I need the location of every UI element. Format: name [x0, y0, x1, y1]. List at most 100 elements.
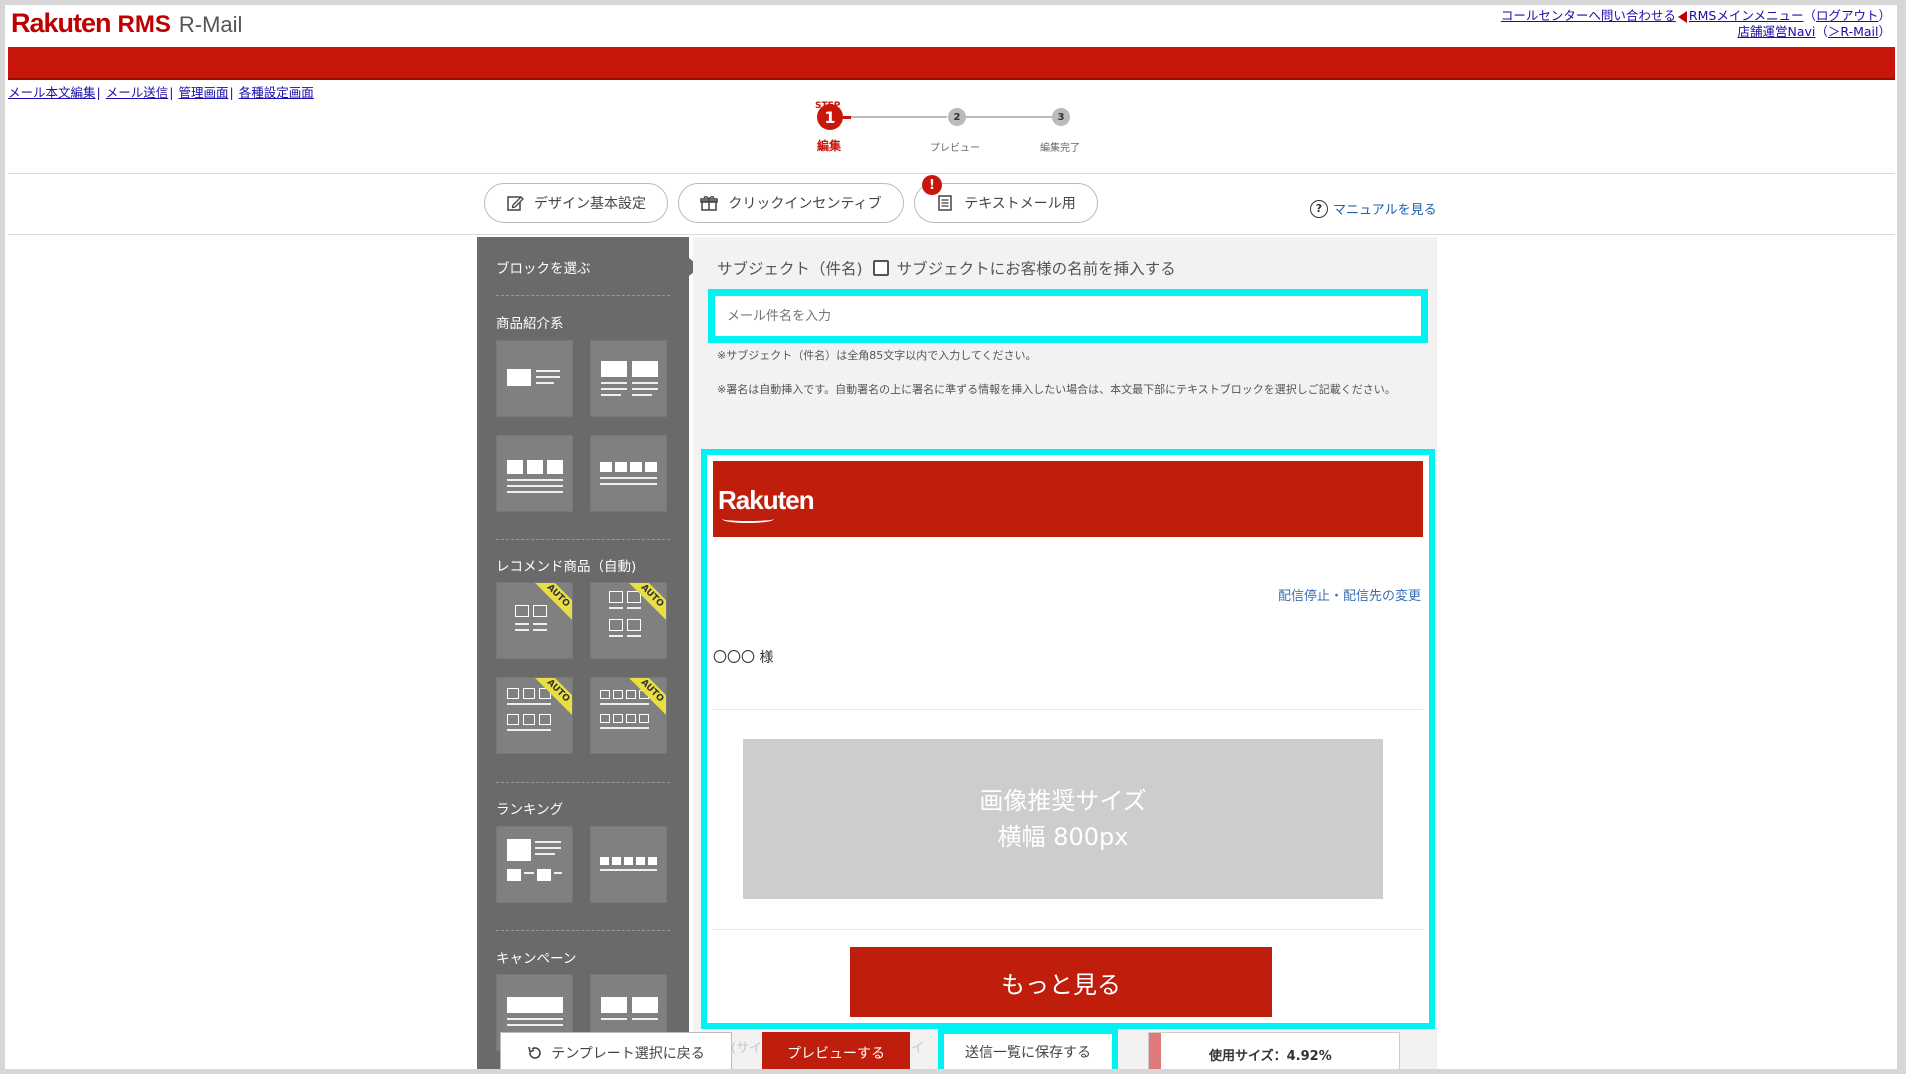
save-to-list-button[interactable]: 送信一覧に保存する — [938, 1028, 1118, 1069]
nav-sep: | — [96, 85, 101, 100]
app-window: Rakuten RMS R-Mail コールセンターへ問い合わせる RMSメインメ… — [5, 5, 1897, 1069]
section-campaign: キャンペーン — [496, 951, 577, 967]
usage-size-indicator: 使用サイズ：4.92% — [1148, 1032, 1400, 1069]
block-sidebar-title: ブロックを選ぶ — [496, 261, 591, 277]
mail-divider — [713, 929, 1423, 930]
sidebar-divider — [496, 539, 670, 540]
step-2-name: プレビュー — [930, 143, 980, 154]
divider-mid — [8, 234, 1895, 235]
greeting-text: 〇〇〇 様 — [713, 650, 774, 666]
usage-value: 4.92% — [1286, 1049, 1332, 1064]
logo-rms-text: RMS — [117, 11, 171, 38]
subject-input[interactable] — [715, 296, 1421, 336]
nav-sep: | — [169, 85, 174, 100]
block-recommend-2[interactable]: AUTO — [590, 582, 667, 659]
section-ranking: ランキング — [496, 802, 564, 818]
section-recommend: レコメンド商品（自動) — [496, 559, 637, 575]
subject-note: ※サブジェクト（件名）は全角85文字以内で入力してください。 — [717, 349, 1037, 362]
rms-main-menu-link[interactable]: RMSメインメニュー — [1689, 8, 1804, 23]
usage-label: 使用サイズ： — [1209, 1049, 1287, 1064]
step-line-1 — [841, 116, 947, 118]
back-to-template-button[interactable]: テンプレート選択に戻る — [500, 1032, 732, 1069]
block-product-1col[interactable] — [496, 340, 573, 417]
callcenter-link[interactable]: コールセンターへ問い合わせる — [1501, 8, 1676, 23]
paren2-close: ） — [1878, 24, 1891, 39]
insert-name-checkbox[interactable] — [872, 260, 889, 276]
nav-mail-send[interactable]: メール送信 — [106, 85, 169, 100]
preview-button[interactable]: プレビューする — [762, 1032, 910, 1069]
paren-open: （ — [1803, 8, 1816, 23]
paren-close: ） — [1878, 8, 1891, 23]
usage-bar — [1149, 1033, 1161, 1069]
tab-design-label: デザイン基本設定 — [534, 196, 646, 212]
paren2-open: （ — [1815, 24, 1828, 39]
tab-text-mail-label: テキストメール用 — [964, 196, 1076, 212]
section-product-intro: 商品紹介系 — [496, 316, 564, 332]
mail-logo-swoosh-icon — [722, 515, 774, 523]
step-1-name: 編集 — [817, 139, 842, 153]
usage-text: 使用サイズ：4.92% — [1209, 1045, 1332, 1064]
signature-note: ※署名は自動挿入です。自動署名の上に署名に準ずる情報を挿入したい場合は、本文最下… — [717, 383, 1396, 396]
mail-preview[interactable]: Rakuten 配信停止・配信先の変更 〇〇〇 様 画像推奨サイズ 横幅 800… — [701, 449, 1435, 1029]
nav-mail-edit[interactable]: メール本文編集 — [8, 85, 96, 100]
block-product-4col[interactable] — [590, 435, 667, 512]
tab-click-incentive[interactable]: クリックインセンティブ — [678, 183, 904, 223]
mail-divider — [713, 709, 1423, 710]
block-recommend-3[interactable]: AUTO — [496, 677, 573, 754]
manual-link[interactable]: ? マニュアルを見る — [1310, 199, 1437, 218]
logout-link[interactable]: ログアウト — [1816, 8, 1879, 23]
see-more-button[interactable]: もっと見る — [850, 947, 1272, 1017]
sidebar-divider — [496, 782, 670, 783]
edit-icon — [507, 196, 524, 211]
manual-link-label: マニュアルを見る — [1333, 203, 1437, 218]
image-placeholder[interactable]: 画像推奨サイズ 横幅 800px — [743, 739, 1383, 899]
step-2-circle: 2 — [948, 108, 966, 126]
mail-logo: Rakuten — [718, 485, 815, 515]
subject-label: サブジェクト（件名) — [717, 260, 863, 278]
step-1-circle: 1 — [817, 104, 843, 130]
unsubscribe-link[interactable]: 配信停止・配信先の変更 — [1278, 585, 1421, 604]
nav-sep: | — [229, 85, 234, 100]
block-product-3col[interactable] — [496, 435, 573, 512]
document-icon — [938, 195, 952, 211]
gift-icon — [700, 196, 719, 211]
image-size-line1: 画像推奨サイズ — [979, 787, 1147, 815]
rms-menu-arrow-icon — [1677, 10, 1687, 23]
insert-name-label: サブジェクトにお客様の名前を挿入する — [896, 260, 1176, 278]
header-red-bar — [8, 47, 1895, 80]
step-line-2 — [955, 116, 1053, 118]
block-ranking-2[interactable] — [590, 826, 667, 903]
ghost-text-left: (サイ — [731, 1041, 763, 1056]
logo-rakuten-text: Rakuten — [11, 8, 112, 38]
rmail-link[interactable]: ＞R-Mail — [1828, 24, 1879, 39]
tab-design-settings[interactable]: デザイン基本設定 — [484, 183, 668, 223]
editor-area: サブジェクト（件名) サブジェクトにお客様の名前を挿入する ※サブジェクト（件名… — [693, 237, 1437, 1069]
step-indicator: STEP 1 2 3 編集 プレビュー 編集完了 — [815, 97, 1095, 157]
block-sidebar: ブロックを選ぶ 商品紹介系 レコメンド商品（自動) AUTO AUTO AUTO… — [477, 237, 689, 1069]
block-recommend-1[interactable]: AUTO — [496, 582, 573, 659]
block-product-2col[interactable] — [590, 340, 667, 417]
alert-badge: ! — [922, 175, 942, 195]
auto-badge: AUTO — [531, 678, 572, 718]
sidebar-divider — [496, 295, 670, 296]
nav-settings[interactable]: 各種設定画面 — [239, 85, 314, 100]
ghost-text-mid: イ — [911, 1041, 925, 1056]
subject-row: サブジェクト（件名) サブジェクトにお客様の名前を挿入する — [717, 257, 1176, 279]
top-links: コールセンターへ問い合わせる RMSメインメニュー（ログアウト） 店舗運営Navi… — [1501, 8, 1891, 40]
block-recommend-4[interactable]: AUTO — [590, 677, 667, 754]
step-3-circle: 3 — [1052, 108, 1070, 126]
tab-text-mail[interactable]: テキストメール用 — [914, 183, 1098, 223]
help-icon: ? — [1310, 199, 1328, 218]
back-label: テンプレート選択に戻る — [551, 1046, 705, 1062]
logo-rmail-text: R-Mail — [178, 12, 243, 37]
sub-nav: メール本文編集| メール送信| 管理画面| 各種設定画面 — [8, 82, 314, 101]
block-ranking-1[interactable] — [496, 826, 573, 903]
image-size-line2: 横幅 800px — [997, 823, 1129, 851]
sidebar-divider — [496, 930, 670, 931]
tab-click-label: クリックインセンティブ — [728, 196, 882, 212]
store-navi-link[interactable]: 店舗運営Navi — [1737, 24, 1815, 39]
step-3-name: 編集完了 — [1040, 143, 1080, 154]
nav-admin[interactable]: 管理画面 — [178, 85, 228, 100]
rmail-logo[interactable]: Rakuten RMS R-Mail — [11, 8, 242, 44]
divider-top — [8, 173, 1895, 174]
